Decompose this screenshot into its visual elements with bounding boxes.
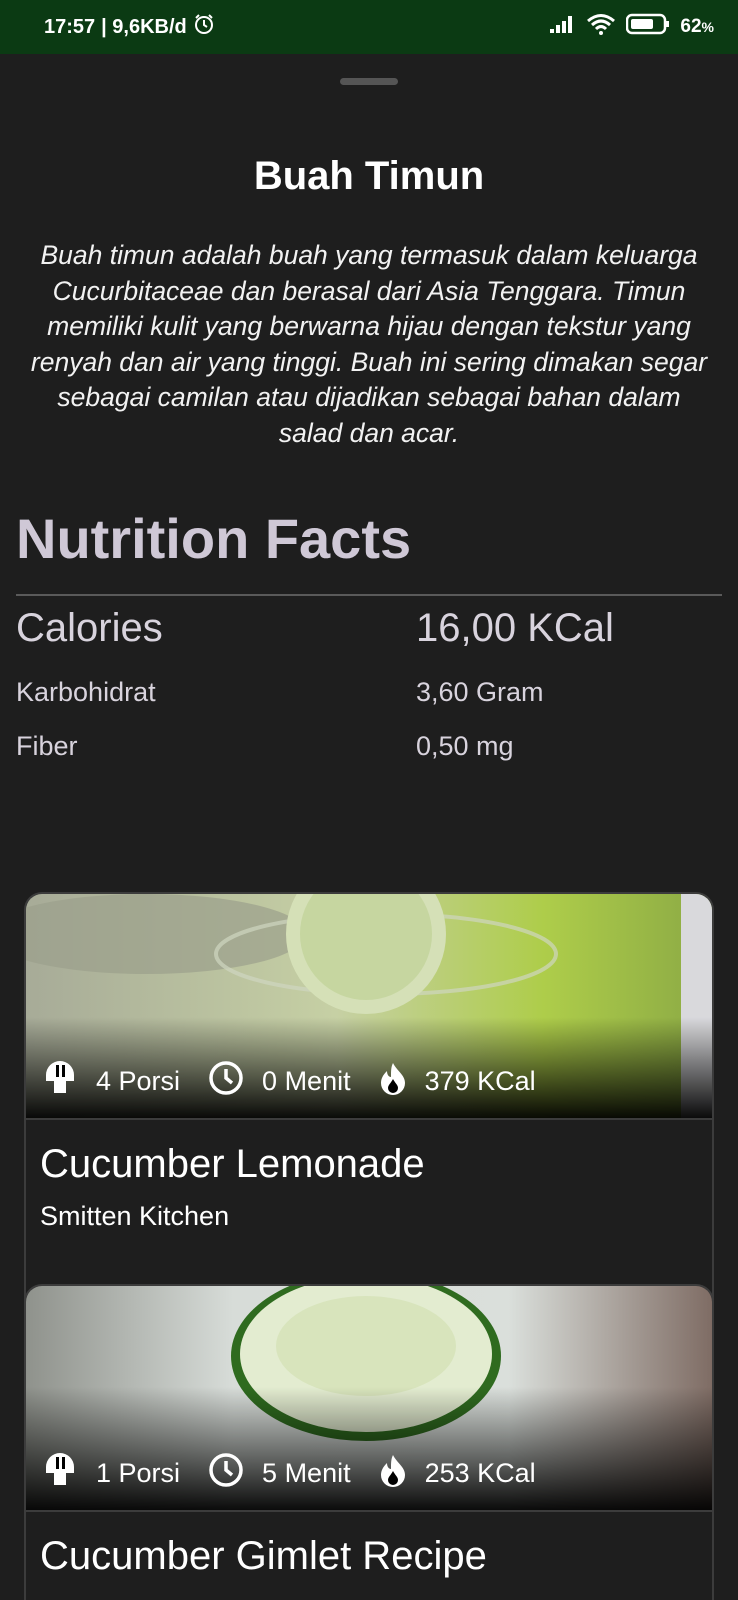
wifi-icon: [586, 13, 616, 41]
status-left: 17:57 | 9,6KB/d: [44, 13, 215, 41]
nutrition-heading: Nutrition Facts: [16, 507, 412, 570]
nutrition-value: 3,60 Gram: [416, 677, 544, 707]
battery-level: 62%: [680, 16, 714, 37]
drag-handle[interactable]: [340, 78, 398, 85]
recipe-meta: 1 Porsi 5 Menit 253 KCal: [42, 1451, 564, 1496]
recipe-title: Cucumber Gimlet Recipe: [40, 1534, 487, 1578]
recipe-time: 0 Menit: [208, 1060, 351, 1103]
clock-icon: [208, 1060, 244, 1103]
nutrition-value: 16,00 KCal: [416, 606, 614, 650]
recipe-title: Cucumber Lemonade: [40, 1142, 425, 1186]
recipe-image: 4 Porsi 0 Menit 379 KCal: [26, 894, 712, 1118]
servings-icon: [42, 1451, 78, 1496]
nutrition-label: Karbohidrat: [16, 677, 156, 707]
nutrition-label: Calories: [16, 606, 163, 650]
alarm-icon: [193, 13, 215, 41]
recipe-card[interactable]: 1 Porsi 5 Menit 253 KCal Cucumber Gimlet…: [24, 1284, 714, 1600]
recipe-servings: 1 Porsi: [42, 1451, 180, 1496]
nutrition-row-fiber: Fiber 0,50 mg: [16, 731, 722, 762]
battery-icon: [626, 13, 670, 41]
recipe-source: Smitten Kitchen: [40, 1201, 230, 1231]
recipe-time: 5 Menit: [208, 1452, 351, 1495]
clock-icon: [208, 1452, 244, 1495]
nutrition-value: 0,50 mg: [416, 731, 514, 761]
status-bar: 17:57 | 9,6KB/d 62%: [0, 0, 738, 54]
recipe-calories: 379 KCal: [379, 1061, 536, 1102]
nutrition-label: Fiber: [16, 731, 78, 761]
signal-icon: [550, 15, 576, 39]
nutrition-divider: [16, 594, 722, 596]
servings-icon: [42, 1059, 78, 1104]
recipe-calories: 253 KCal: [379, 1453, 536, 1494]
recipe-card[interactable]: 4 Porsi 0 Menit 379 KCal Cucumber Lemona…: [24, 892, 714, 1318]
recipe-meta: 4 Porsi 0 Menit 379 KCal: [42, 1059, 564, 1104]
fruit-description: Buah timun adalah buah yang termasuk dal…: [30, 240, 708, 448]
status-right: 62%: [550, 13, 714, 41]
status-time: 17:57: [44, 15, 96, 38]
network-speed: | 9,6KB/d: [101, 15, 187, 38]
flame-icon: [379, 1453, 407, 1494]
fruit-title: Buah Timun: [253, 154, 485, 198]
nutrition-row-carbs: Karbohidrat 3,60 Gram: [16, 677, 722, 708]
detail-sheet: Buah Timun Buah timun adalah buah yang t…: [0, 54, 738, 1600]
flame-icon: [379, 1061, 407, 1102]
recipe-image: 1 Porsi 5 Menit 253 KCal: [26, 1286, 712, 1510]
nutrition-row-calories: Calories 16,00 KCal: [16, 606, 722, 651]
recipe-servings: 4 Porsi: [42, 1059, 180, 1104]
